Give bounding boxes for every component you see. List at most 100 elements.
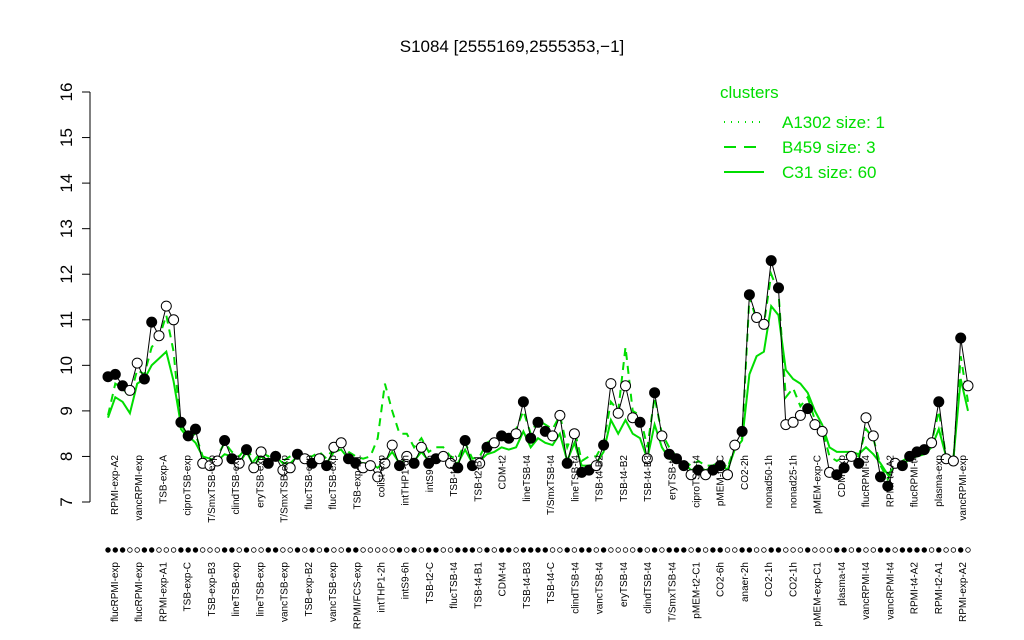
x-label: intTHP1-6h xyxy=(401,455,412,506)
x-label: CDM-t2 xyxy=(498,455,509,490)
rug-marker xyxy=(418,547,425,553)
x-label: CDM-t4 xyxy=(498,562,509,597)
x-label: pMEM-exp-C xyxy=(813,455,824,514)
data-point xyxy=(547,430,559,442)
x-label: flucRPMI-t4 xyxy=(861,455,872,508)
x-label: pMEM-t2-C1 xyxy=(692,562,703,619)
rug-marker xyxy=(681,547,687,553)
x-label: lineTSB-t4 xyxy=(570,455,581,502)
x-label: vancRPMI-t4 xyxy=(861,562,872,620)
x-label: RPMI-t4-A2 xyxy=(885,455,896,508)
x-label: CO2-1h xyxy=(764,562,775,597)
rug-marker xyxy=(732,547,738,553)
legend: clusters A1302 size: 1 B459 size: 3 C31 … xyxy=(720,83,885,182)
data-point xyxy=(598,439,610,451)
x-label: TSB-exp-A xyxy=(159,455,170,504)
x-label: RPMI-t2-A1 xyxy=(934,562,945,615)
data-point xyxy=(219,435,231,446)
data-point xyxy=(554,409,566,421)
x-label: vancTSB-exp xyxy=(328,562,339,622)
x-label: T/SmxTSB-exp xyxy=(280,455,291,523)
rug-marker xyxy=(637,547,643,553)
rug-marker xyxy=(338,547,344,553)
rug-marker xyxy=(265,547,271,553)
x-label: TSB-t4-C xyxy=(449,455,460,497)
x-label: TSB-t2-B1 xyxy=(473,455,484,502)
x-label: flucRPMI-exp xyxy=(110,562,121,622)
rug-marker xyxy=(870,547,876,553)
rug-marker xyxy=(127,547,133,553)
y-tick-label: 12 xyxy=(57,265,76,284)
x-label: clindTSB-t4 xyxy=(570,562,581,614)
x-label: TSB-t4-B1 xyxy=(473,562,484,609)
data-point xyxy=(875,471,886,483)
rug-marker xyxy=(761,547,767,553)
rug-marker xyxy=(251,547,257,553)
rug-marker xyxy=(426,547,432,553)
cluster-line-c31 xyxy=(107,303,969,477)
rug-marker xyxy=(958,547,964,553)
data-point xyxy=(649,387,661,399)
y-tick-label: 11 xyxy=(57,311,76,329)
data-point xyxy=(816,425,828,437)
rug-marker xyxy=(170,547,177,553)
data-point xyxy=(510,428,522,440)
x-label: flucTSB-t4 xyxy=(449,562,460,609)
rug-marker xyxy=(571,547,578,553)
x-label: plasma-exp xyxy=(934,455,945,507)
rug-marker xyxy=(739,547,745,553)
rug-marker xyxy=(863,547,869,553)
rug-marker xyxy=(156,547,162,553)
data-point xyxy=(743,289,755,301)
data-point xyxy=(386,439,398,451)
x-label: pMEM-exp-C1 xyxy=(813,562,824,627)
legend-title: clusters xyxy=(720,83,779,102)
x-label: lineTSB-t4 xyxy=(522,455,533,502)
rug-marker xyxy=(666,547,672,553)
x-label: T/SmxTSB-exp xyxy=(207,455,218,523)
rug-marker xyxy=(134,547,140,553)
x-label: lineTSB-exp xyxy=(255,562,266,617)
data-point xyxy=(153,330,165,342)
rug-marker xyxy=(622,547,629,553)
x-label: TSB-t4-B2 xyxy=(595,455,606,502)
y-tick-label: 13 xyxy=(57,219,76,238)
rug-marker xyxy=(797,547,804,553)
rug-marker xyxy=(608,547,614,553)
x-label: intS9-2h xyxy=(425,455,436,492)
rug-marker xyxy=(907,547,913,553)
legend-entry-2: C31 size: 60 xyxy=(782,163,877,182)
cluster-lines xyxy=(107,270,969,482)
x-label: clindTSB-exp xyxy=(231,455,242,515)
data-point xyxy=(138,373,150,385)
rug-marker xyxy=(535,547,541,553)
data-point xyxy=(241,444,252,456)
rug-marker xyxy=(593,547,599,553)
rug-marker xyxy=(178,547,184,553)
rug-marker xyxy=(302,547,308,553)
data-point xyxy=(947,455,959,467)
x-label: eryTSB-exp xyxy=(255,455,266,508)
data-point xyxy=(146,316,158,328)
x-label: intS9-6h xyxy=(401,562,412,599)
y-tick-label: 16 xyxy=(57,83,76,102)
rug-marker xyxy=(834,547,840,553)
data-point xyxy=(335,437,347,449)
rug-marker xyxy=(790,547,796,553)
data-point xyxy=(926,437,938,449)
x-label: flucRPMI-exp xyxy=(134,562,145,622)
data-point xyxy=(131,357,143,369)
chart-title: S1084 [2555169,2555353,−1] xyxy=(400,37,625,56)
rug-marker xyxy=(192,547,199,553)
rug-marker xyxy=(105,547,111,553)
x-label: RPMI-exp-A1 xyxy=(159,562,170,622)
rug-marker xyxy=(520,547,527,553)
rug-marker xyxy=(899,547,906,553)
rug-marker xyxy=(447,547,454,553)
rug-marker xyxy=(673,547,680,553)
data-point xyxy=(765,255,777,267)
rug-marker xyxy=(287,547,293,553)
x-label: TSB-exp-B2 xyxy=(304,562,315,617)
rug-marker xyxy=(615,547,621,553)
data-point xyxy=(532,416,544,428)
